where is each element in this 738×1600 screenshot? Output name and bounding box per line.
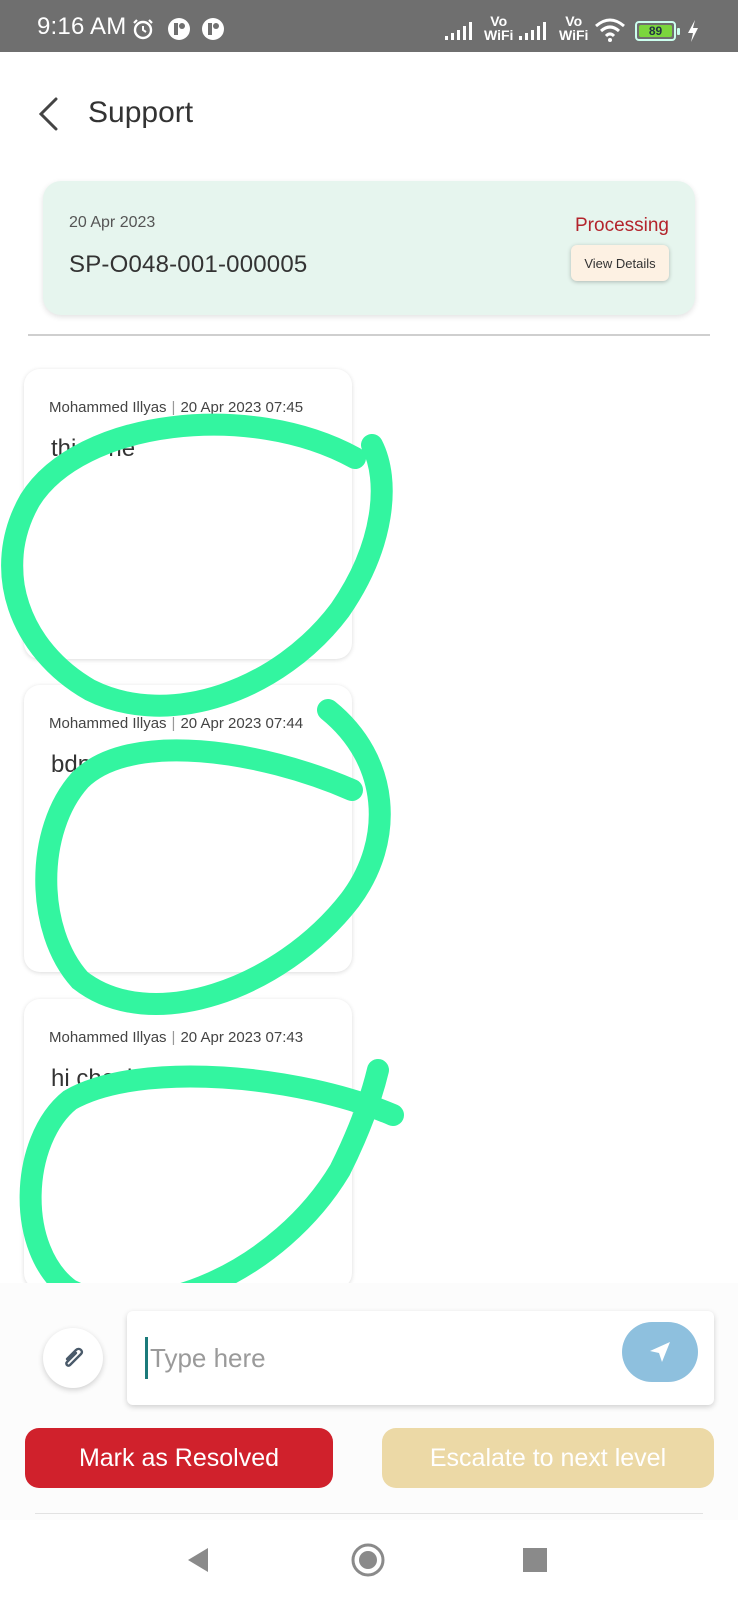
message-meta: Mohammed Illyas | 20 Apr 2023 07:43: [49, 1029, 304, 1046]
status-bar: 9:16 AM Vo WiFi Vo WiFi 89: [0, 0, 738, 52]
vowifi-indicator: Vo WiFi: [559, 13, 589, 43]
alarm-icon: [133, 19, 153, 40]
ticket-id: SP-O048-001-000005: [69, 251, 308, 278]
view-details-button[interactable]: View Details: [571, 245, 669, 281]
message-card: Mohammed Illyas | 20 Apr 2023 07:43 hi che…: [24, 999, 352, 1289]
app-notification-icon: [202, 18, 224, 40]
ticket-summary-card: 20 Apr 2023 SP-O048-001-000005 Processin…: [43, 181, 695, 315]
send-icon: [650, 1342, 670, 1362]
back-button[interactable]: [30, 96, 66, 132]
message-text: bdn: [51, 751, 92, 778]
app-notification-icon: [168, 18, 190, 40]
ticket-date: 20 Apr 2023: [69, 214, 156, 231]
message-text: this one: [51, 435, 136, 462]
message-timestamp: 20 Apr 2023 07:43: [180, 1029, 304, 1046]
system-nav-bar: [0, 1520, 738, 1600]
message-author: Mohammed Illyas: [49, 1029, 167, 1046]
divider: [28, 334, 710, 336]
attach-button[interactable]: [43, 1328, 103, 1388]
message-text: hi check: [51, 1065, 140, 1092]
chevron-left-icon: [38, 97, 58, 131]
message-timestamp: 20 Apr 2023 07:44: [180, 715, 304, 732]
nav-home-icon[interactable]: [350, 1542, 386, 1578]
nav-back-icon[interactable]: [186, 1547, 210, 1573]
message-input[interactable]: [145, 1337, 585, 1379]
battery-level: 89: [639, 25, 672, 37]
battery-icon: 89: [635, 21, 680, 41]
status-time: 9:16 AM: [37, 13, 127, 40]
signal-icon: [519, 22, 546, 40]
message-card: Mohammed Illyas | 20 Apr 2023 07:45 this o…: [24, 369, 352, 659]
app-header: Support: [0, 52, 738, 170]
message-author: Mohammed Illyas: [49, 399, 167, 416]
charging-icon: [688, 20, 698, 42]
support-chat-screen: 9:16 AM Vo WiFi Vo WiFi 89 Support 20 Ap…: [0, 0, 738, 1600]
message-author: Mohammed Illyas: [49, 715, 167, 732]
ticket-status: Processing: [575, 215, 669, 236]
message-meta: Mohammed Illyas | 20 Apr 2023 07:44: [49, 715, 304, 732]
signal-icon: [445, 22, 472, 40]
message-timestamp: 20 Apr 2023 07:45: [180, 399, 304, 416]
vowifi-indicator: Vo WiFi: [484, 13, 514, 43]
wifi-icon: [595, 18, 625, 42]
paperclip-icon: [65, 1347, 84, 1367]
message-meta: Mohammed Illyas | 20 Apr 2023 07:45: [49, 399, 304, 416]
nav-recents-icon[interactable]: [523, 1548, 547, 1572]
escalate-button[interactable]: Escalate to next level: [382, 1428, 714, 1488]
divider: [35, 1513, 703, 1514]
page-title: Support: [88, 96, 194, 129]
mark-as-resolved-button[interactable]: Mark as Resolved: [25, 1428, 333, 1488]
message-card: Mohammed Illyas | 20 Apr 2023 07:44 bdn: [24, 685, 352, 972]
send-button[interactable]: [622, 1322, 698, 1382]
